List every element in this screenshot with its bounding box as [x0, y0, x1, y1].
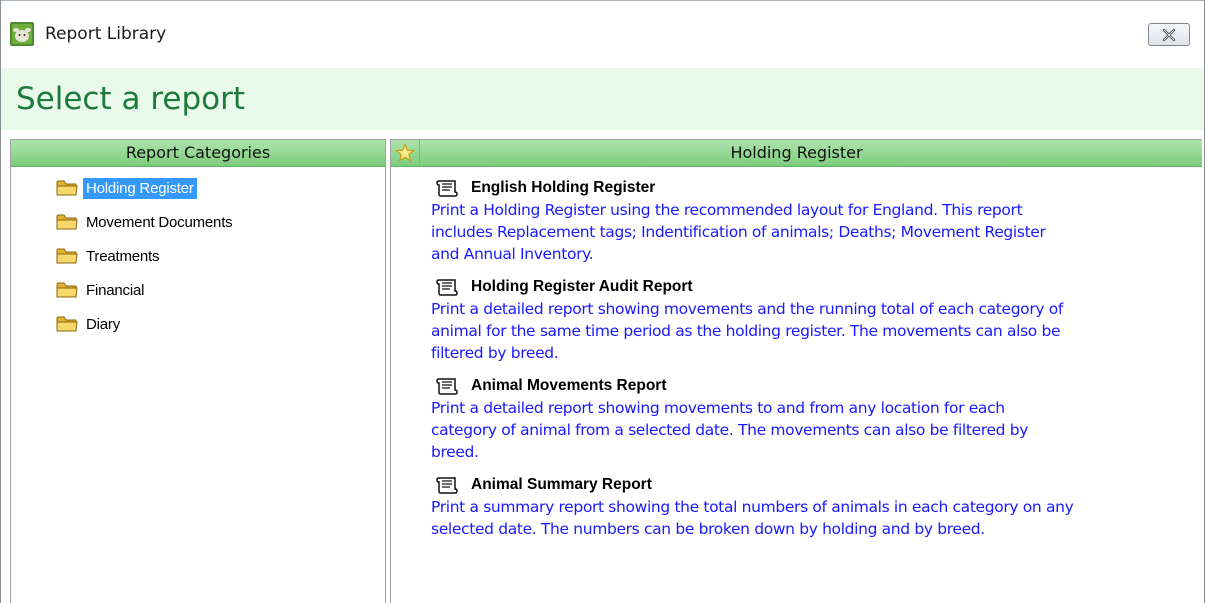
- category-item-financial[interactable]: Financial: [56, 279, 147, 301]
- page-title: Select a report: [16, 81, 246, 117]
- window-title: Report Library: [45, 24, 167, 44]
- description-line: includes Replacement tags; Indentificati…: [431, 223, 1046, 241]
- description-line: filtered by breed.: [431, 344, 559, 362]
- report-item-holding-register-audit[interactable]: Holding Register Audit Report Print a de…: [431, 276, 1196, 364]
- report-description: Print a detailed report showing movement…: [431, 397, 1196, 463]
- report-item-animal-movements[interactable]: Animal Movements Report Print a detailed…: [431, 375, 1196, 463]
- category-label: Treatments: [86, 247, 160, 265]
- categories-pane: Report Categories Holding Register Movem…: [10, 139, 386, 603]
- description-line: and Annual Inventory.: [431, 245, 594, 263]
- reports-header: Holding Register: [391, 140, 1202, 167]
- report-title-row: Animal Movements Report: [431, 375, 1196, 397]
- category-item-treatments[interactable]: Treatments: [56, 245, 162, 267]
- report-description: Print a detailed report showing movement…: [431, 298, 1196, 364]
- folder-icon: [56, 180, 78, 196]
- report-title-row: Holding Register Audit Report: [431, 276, 1196, 298]
- close-icon: [1162, 28, 1176, 41]
- scroll-icon: [436, 279, 458, 296]
- description-line: animal for the same time period as the h…: [431, 322, 1061, 340]
- report-item-animal-summary[interactable]: Animal Summary Report Print a summary re…: [431, 474, 1196, 540]
- description-line: category of animal from a selected date.…: [431, 421, 1029, 439]
- description-line: Print a detailed report showing movement…: [431, 399, 1005, 417]
- report-item-english-holding-register[interactable]: English Holding Register Print a Holding…: [431, 177, 1196, 265]
- scroll-icon: [436, 180, 458, 197]
- folder-icon: [56, 214, 78, 230]
- report-title-row: English Holding Register: [431, 177, 1196, 199]
- categories-header[interactable]: Report Categories: [11, 140, 385, 167]
- category-label: Diary: [86, 315, 121, 333]
- scroll-icon: [436, 378, 458, 395]
- report-description: Print a summary report showing the total…: [431, 496, 1196, 540]
- description-line: Print a summary report showing the total…: [431, 498, 1074, 516]
- category-label: Holding Register: [83, 177, 197, 199]
- report-description: Print a Holding Register using the recom…: [431, 199, 1196, 265]
- category-label: Movement Documents: [86, 213, 233, 231]
- report-name: Animal Summary Report: [471, 476, 652, 493]
- report-name: English Holding Register: [471, 179, 656, 196]
- category-label: Financial: [86, 281, 145, 299]
- category-item-holding-register[interactable]: Holding Register: [56, 177, 197, 199]
- favourites-toggle[interactable]: [391, 140, 420, 166]
- folder-icon: [56, 316, 78, 332]
- close-button[interactable]: [1148, 23, 1190, 46]
- title-bar[interactable]: Report Library: [1, 0, 1204, 68]
- folder-icon: [56, 282, 78, 298]
- star-icon: [395, 143, 415, 162]
- reports-header-title: Holding Register: [730, 143, 863, 162]
- description-line: selected date. The numbers can be broken…: [431, 520, 985, 538]
- category-item-diary[interactable]: Diary: [56, 313, 123, 335]
- report-name: Holding Register Audit Report: [471, 278, 693, 295]
- category-item-movement-documents[interactable]: Movement Documents: [56, 211, 235, 233]
- reports-pane: Holding Register English Holding Registe…: [390, 139, 1202, 603]
- scroll-icon: [436, 477, 458, 494]
- report-name: Animal Movements Report: [471, 377, 667, 394]
- description-line: Print a Holding Register using the recom…: [431, 201, 1023, 219]
- description-line: Print a detailed report showing movement…: [431, 300, 1063, 318]
- report-library-window: Report Library Select a report Report Ca…: [0, 0, 1205, 603]
- folder-icon: [56, 248, 78, 264]
- report-title-row: Animal Summary Report: [431, 474, 1196, 496]
- banner: Select a report: [1, 68, 1204, 130]
- description-line: breed.: [431, 443, 479, 461]
- app-icon: [10, 22, 34, 46]
